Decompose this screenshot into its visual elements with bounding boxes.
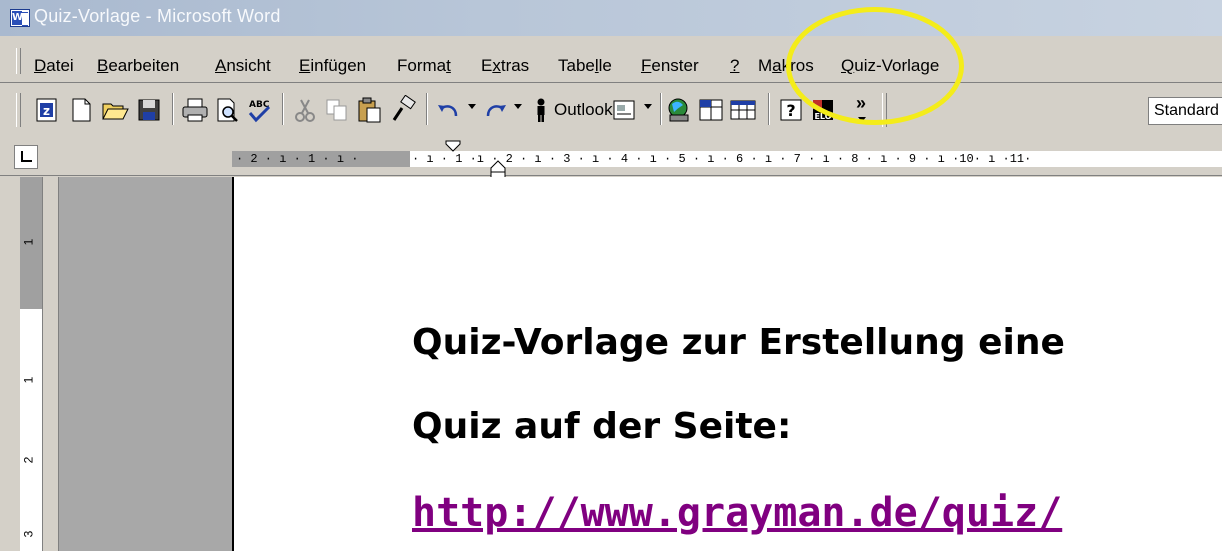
svg-text:?: ?: [786, 101, 795, 120]
redo-icon[interactable]: [480, 95, 510, 125]
document-heading-line-1[interactable]: Quiz-Vorlage zur Erstellung eine: [412, 322, 1065, 363]
first-line-indent-icon[interactable]: [443, 140, 465, 164]
new-document-icon[interactable]: [66, 95, 96, 125]
menu-einfuegen[interactable]: Einfügen: [299, 56, 366, 76]
title-bar: W Quiz-Vorlage - Microsoft Word: [0, 0, 1222, 36]
toolbar-more-chevron[interactable]: »: [856, 93, 866, 114]
help-icon[interactable]: ?: [776, 95, 806, 125]
outlook-icon[interactable]: [526, 95, 556, 125]
word-app-icon[interactable]: W: [10, 9, 30, 27]
toolbar-grip[interactable]: [882, 93, 887, 127]
vruler-number: 1: [21, 376, 36, 384]
grid-icon[interactable]: [728, 95, 758, 125]
svg-text:ELO: ELO: [814, 112, 831, 121]
vruler-number: 1: [21, 238, 36, 246]
menubar-grip[interactable]: [16, 48, 21, 74]
document-heading-line-2[interactable]: Quiz auf der Seite:: [412, 406, 791, 447]
menu-fenster[interactable]: Fenster: [641, 56, 699, 76]
vertical-ruler-track: [0, 177, 21, 551]
menu-tabelle[interactable]: Tabelle: [558, 56, 612, 76]
toolbar-grip[interactable]: [16, 93, 21, 127]
toolbar-separator: [282, 93, 284, 125]
toolbar-separator: [660, 93, 662, 125]
vruler-number: 3: [21, 530, 36, 538]
spelling-icon[interactable]: ABC: [244, 95, 274, 125]
z-icon[interactable]: z: [32, 95, 62, 125]
save-icon[interactable]: [134, 95, 164, 125]
svg-text:z: z: [43, 104, 50, 118]
menu-extras[interactable]: Extras: [481, 56, 529, 76]
toolbar-separator: [768, 93, 770, 125]
style-dropdown[interactable]: Standard: [1148, 97, 1222, 125]
document-gray-area: [58, 177, 233, 551]
format-painter-icon[interactable]: [388, 95, 418, 125]
outlook-label[interactable]: Outlook: [554, 100, 613, 120]
undo-dropdown-arrow[interactable]: [468, 104, 476, 109]
elo-icon[interactable]: ELO: [808, 95, 838, 125]
standard-toolbar: z ABC Outlook ? ELO » Standard: [0, 82, 1222, 138]
redo-dropdown-arrow[interactable]: [514, 104, 522, 109]
menu-help[interactable]: ?: [730, 56, 739, 76]
paste-icon[interactable]: [354, 95, 384, 125]
window-title: Quiz-Vorlage - Microsoft Word: [34, 6, 281, 26]
copy-icon[interactable]: [322, 95, 352, 125]
insert-dropdown-arrow[interactable]: [644, 104, 652, 109]
ruler-left-numbers: · 2 · ı · 1 · ı ·: [236, 152, 359, 166]
menu-bar: Datei Bearbeiten Ansicht Einfügen Format…: [0, 36, 1222, 83]
menu-ansicht[interactable]: Ansicht: [215, 56, 271, 76]
table-icon[interactable]: [696, 95, 726, 125]
vruler-number: 2: [21, 456, 36, 464]
toolbar-separator: [426, 93, 428, 125]
print-preview-icon[interactable]: [212, 95, 242, 125]
cut-icon[interactable]: [290, 95, 320, 125]
web-icon[interactable]: [664, 95, 694, 125]
tab-selector-icon[interactable]: [14, 145, 38, 169]
menu-bearbeiten[interactable]: Bearbeiten: [97, 56, 179, 76]
toolbar-separator: [172, 93, 174, 125]
menu-quiz-vorlage[interactable]: Quiz-Vorlage: [841, 56, 939, 76]
menu-format[interactable]: Format: [397, 56, 451, 76]
menu-makros[interactable]: Makros: [758, 56, 814, 76]
menu-datei[interactable]: Datei: [34, 56, 74, 76]
document-link[interactable]: http://www.grayman.de/quiz/: [412, 490, 1062, 536]
undo-icon[interactable]: [434, 95, 464, 125]
open-folder-icon[interactable]: [100, 95, 130, 125]
vertical-ruler[interactable]: 1 1 2 3: [20, 177, 43, 551]
toolbar-options-arrow[interactable]: [858, 117, 866, 122]
print-icon[interactable]: [180, 95, 210, 125]
insert-icon[interactable]: [610, 95, 640, 125]
